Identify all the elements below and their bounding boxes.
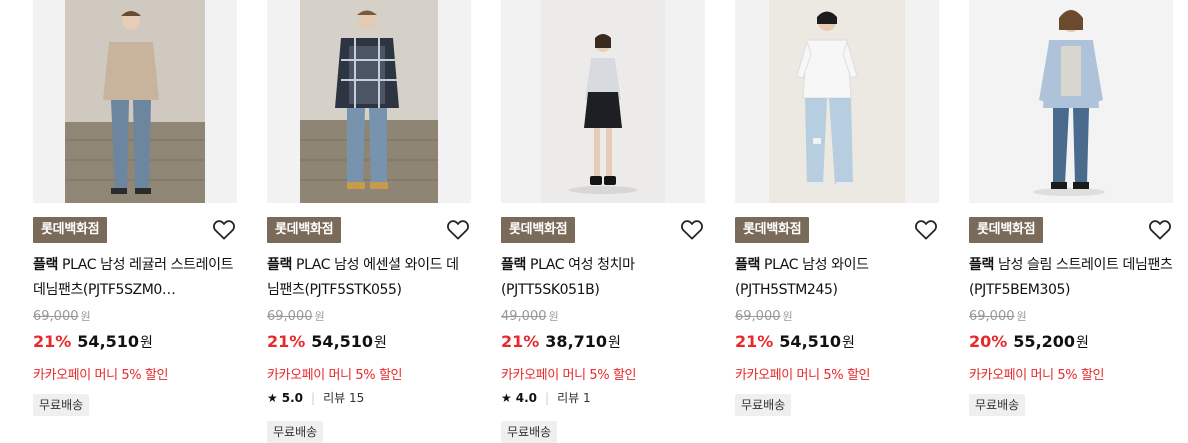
wishlist-heart-icon[interactable] [679,217,705,243]
star-icon: ★ [267,391,278,405]
sale-price: 20% 55,200원 [969,332,1089,352]
promo-text: 카카오페이 머니 5% 할인 [267,368,403,383]
sale-price-value: 54,510 [779,332,842,351]
star-icon: ★ [501,391,512,405]
product-name[interactable]: 플랙 PLAC 남성 에센셜 와이드 데님팬츠(PJTF5STK055) [267,253,471,303]
product-grid: 롯데백화점 플랙 PLAC 남성 레귤러 스트레이트 데님팬츠(PJTF5SZM… [0,0,1188,443]
product-image[interactable] [33,0,237,203]
wishlist-heart-icon[interactable] [913,217,939,243]
product-name[interactable]: 플랙 PLAC 남성 와이드(PJTH5STM245) [735,253,939,303]
product-image[interactable] [501,0,705,203]
product-name[interactable]: 플랙 PLAC 여성 청치마(PJTT5SK051B) [501,253,705,303]
promo-text: 카카오페이 머니 5% 할인 [735,368,871,383]
divider: | [311,391,316,405]
review-count[interactable]: 리뷰 15 [323,391,364,405]
shipping-tag: 무료배송 [267,421,324,443]
sale-price-value: 54,510 [77,332,140,351]
shipping-tag: 무료배송 [969,394,1026,416]
currency-unit: 원 [80,310,91,323]
discount-rate: 21% [735,332,774,351]
product-card[interactable]: 롯데백화점 플랙 PLAC 여성 청치마(PJTT5SK051B) 49,000… [501,0,705,443]
product-card[interactable]: 롯데백화점 플랙 남성 슬림 스트레이트 데님팬츠 (PJTF5BEM305) … [969,0,1173,443]
sale-price: 21% 54,510원 [267,332,387,352]
brand-name: 플랙 [501,257,526,273]
brand-name: 플랙 [267,257,292,273]
discount-rate: 20% [969,332,1008,351]
rating-row: ★ 4.0 | 리뷰 1 [501,389,591,406]
store-badge: 롯데백화점 [501,217,576,243]
shipping-tag: 무료배송 [501,421,558,443]
store-badge: 롯데백화점 [969,217,1044,243]
original-price-value: 69,000 [267,309,313,324]
wishlist-heart-icon[interactable] [445,217,471,243]
original-price: 69,000 원 [267,308,325,324]
brand-name: 플랙 [33,257,58,273]
currency-unit: 원 [548,310,559,323]
original-price-value: 69,000 [33,309,79,324]
rating-score: 5.0 [281,391,304,405]
discount-rate: 21% [33,332,72,351]
sale-price: 21% 54,510원 [735,332,855,352]
original-price: 49,000 원 [501,308,559,324]
product-card[interactable]: 롯데백화점 플랙 PLAC 남성 에센셜 와이드 데님팬츠(PJTF5STK05… [267,0,471,443]
product-name[interactable]: 플랙 남성 슬림 스트레이트 데님팬츠 (PJTF5BEM305) [969,253,1173,303]
promo-text: 카카오페이 머니 5% 할인 [969,368,1105,383]
product-name[interactable]: 플랙 PLAC 남성 레귤러 스트레이트 데님팬츠(PJTF5SZM0… [33,253,237,303]
product-card[interactable]: 롯데백화점 플랙 PLAC 남성 와이드(PJTH5STM245) 69,000… [735,0,939,443]
currency-unit: 원 [782,310,793,323]
original-price-value: 49,000 [501,309,547,324]
review-count[interactable]: 리뷰 1 [557,391,591,405]
original-price-value: 69,000 [969,309,1015,324]
rating-score: 4.0 [515,391,538,405]
product-image[interactable] [267,0,471,203]
currency-unit: 원 [374,335,387,351]
currency-unit: 원 [1076,335,1089,351]
shipping-tag: 무료배송 [33,394,90,416]
currency-unit: 원 [608,335,621,351]
currency-unit: 원 [140,335,153,351]
original-price-value: 69,000 [735,309,781,324]
discount-rate: 21% [501,332,540,351]
sale-price-value: 54,510 [311,332,374,351]
store-badge: 롯데백화점 [267,217,342,243]
store-badge: 롯데백화점 [735,217,810,243]
sale-price-value: 55,200 [1013,332,1076,351]
brand-name: 플랙 [735,257,760,273]
product-title: 남성 슬림 스트레이트 데님팬츠 (PJTF5BEM305) [969,257,1173,298]
promo-text: 카카오페이 머니 5% 할인 [33,368,169,383]
rating-row: ★ 5.0 | 리뷰 15 [267,389,364,406]
brand-name: 플랙 [969,257,994,273]
sale-price: 21% 38,710원 [501,332,621,352]
original-price: 69,000 원 [969,308,1027,324]
product-image[interactable] [969,0,1173,203]
currency-unit: 원 [314,310,325,323]
product-image[interactable] [735,0,939,203]
divider: | [545,391,550,405]
product-title: PLAC 남성 레귤러 스트레이트 데님팬츠(PJTF5SZM0… [33,257,234,298]
store-badge: 롯데백화점 [33,217,108,243]
discount-rate: 21% [267,332,306,351]
product-title: PLAC 남성 에센셜 와이드 데님팬츠(PJTF5STK055) [267,257,459,298]
shipping-tag: 무료배송 [735,394,792,416]
currency-unit: 원 [1016,310,1027,323]
currency-unit: 원 [842,335,855,351]
original-price: 69,000 원 [735,308,793,324]
wishlist-heart-icon[interactable] [1147,217,1173,243]
product-card[interactable]: 롯데백화점 플랙 PLAC 남성 레귤러 스트레이트 데님팬츠(PJTF5SZM… [33,0,237,443]
sale-price-value: 38,710 [545,332,608,351]
original-price: 69,000 원 [33,308,91,324]
sale-price: 21% 54,510원 [33,332,153,352]
wishlist-heart-icon[interactable] [211,217,237,243]
promo-text: 카카오페이 머니 5% 할인 [501,368,637,383]
